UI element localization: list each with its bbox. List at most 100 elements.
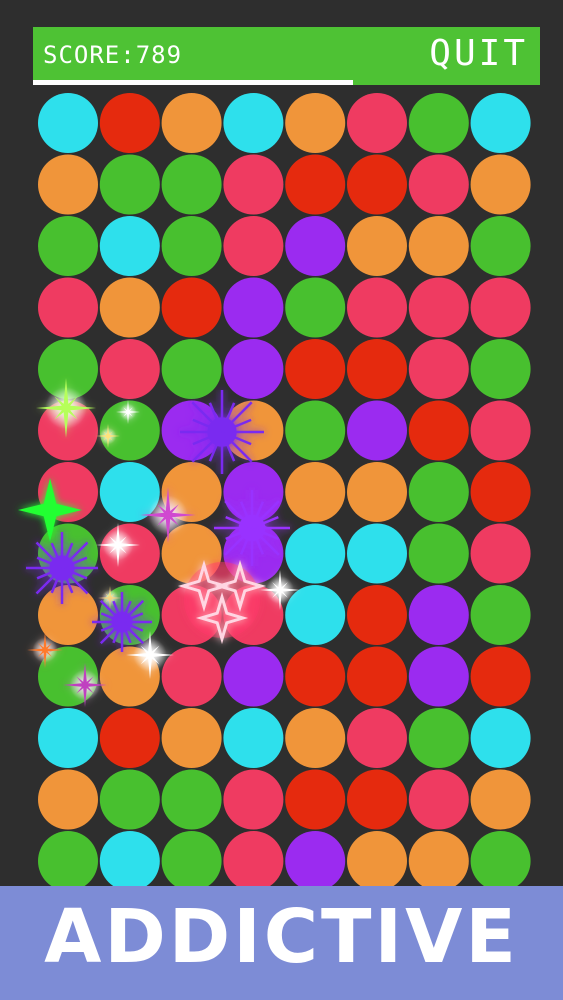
dot[interactable] (285, 400, 346, 461)
dot[interactable] (285, 523, 346, 584)
dot[interactable] (285, 216, 346, 276)
dot[interactable] (38, 154, 98, 215)
dot[interactable] (223, 523, 284, 584)
dot[interactable] (38, 216, 98, 276)
dot[interactable] (470, 462, 531, 522)
dot[interactable] (408, 585, 469, 645)
dot[interactable] (285, 831, 346, 891)
dot[interactable] (38, 93, 98, 153)
dot[interactable] (223, 93, 284, 153)
dot[interactable] (99, 646, 160, 707)
dot[interactable] (99, 93, 160, 153)
dot[interactable] (223, 585, 284, 645)
dot[interactable] (161, 154, 222, 215)
dot[interactable] (470, 93, 531, 153)
dot[interactable] (470, 585, 531, 645)
dot[interactable] (347, 400, 407, 461)
dot[interactable] (161, 400, 222, 461)
dot[interactable] (38, 277, 98, 338)
dot[interactable] (285, 339, 346, 399)
dot[interactable] (285, 708, 346, 768)
dot[interactable] (285, 277, 346, 338)
dot[interactable] (38, 646, 98, 707)
dot[interactable] (223, 831, 284, 891)
dot[interactable] (470, 154, 531, 215)
dot[interactable] (470, 831, 531, 891)
dot[interactable] (99, 831, 160, 891)
dot[interactable] (38, 462, 98, 522)
dot[interactable] (161, 585, 222, 645)
dot[interactable] (408, 216, 469, 276)
dot[interactable] (99, 462, 160, 522)
dot[interactable] (470, 646, 531, 707)
dot[interactable] (223, 769, 284, 830)
dot[interactable] (161, 339, 222, 399)
dot[interactable] (161, 462, 222, 522)
dot[interactable] (408, 277, 469, 338)
dot[interactable] (470, 708, 531, 768)
dot[interactable] (99, 523, 160, 584)
dot[interactable] (161, 277, 222, 338)
dot[interactable] (470, 216, 531, 276)
dot[interactable] (408, 523, 469, 584)
dot[interactable] (223, 339, 284, 399)
dot[interactable] (99, 708, 160, 768)
dot[interactable] (223, 708, 284, 768)
dot[interactable] (161, 216, 222, 276)
dot[interactable] (470, 400, 531, 461)
dot[interactable] (347, 339, 407, 399)
dot[interactable] (99, 216, 160, 276)
dot[interactable] (408, 646, 469, 707)
dot[interactable] (408, 708, 469, 768)
dot[interactable] (285, 646, 346, 707)
dot[interactable] (223, 154, 284, 215)
dot[interactable] (347, 585, 407, 645)
dot[interactable] (408, 339, 469, 399)
dot[interactable] (285, 462, 346, 522)
dot[interactable] (99, 585, 160, 645)
dot[interactable] (285, 769, 346, 830)
dot[interactable] (285, 585, 346, 645)
dot[interactable] (347, 93, 407, 153)
dot[interactable] (223, 646, 284, 707)
dot[interactable] (470, 339, 531, 399)
quit-button[interactable]: QUIT (429, 33, 528, 74)
dot[interactable] (38, 708, 98, 768)
dot[interactable] (470, 769, 531, 830)
dot[interactable] (223, 216, 284, 276)
dot[interactable] (161, 831, 222, 891)
dot[interactable] (99, 277, 160, 338)
dot[interactable] (347, 216, 407, 276)
dot[interactable] (347, 769, 407, 830)
dot[interactable] (347, 708, 407, 768)
dot[interactable] (470, 523, 531, 584)
dot[interactable] (161, 646, 222, 707)
dot[interactable] (223, 277, 284, 338)
dot[interactable] (347, 646, 407, 707)
dot[interactable] (408, 400, 469, 461)
dot[interactable] (99, 154, 160, 215)
dot[interactable] (347, 523, 407, 584)
dot[interactable] (470, 277, 531, 338)
dot[interactable] (347, 154, 407, 215)
dot[interactable] (408, 93, 469, 153)
dot[interactable] (38, 585, 98, 645)
dot[interactable] (38, 769, 98, 830)
dot[interactable] (99, 769, 160, 830)
dot[interactable] (38, 400, 98, 461)
dot[interactable] (408, 154, 469, 215)
dot[interactable] (161, 93, 222, 153)
dot[interactable] (38, 339, 98, 399)
dot[interactable] (285, 154, 346, 215)
dot[interactable] (38, 523, 98, 584)
dot[interactable] (161, 769, 222, 830)
dot[interactable] (161, 523, 222, 584)
dot[interactable] (99, 339, 160, 399)
dot[interactable] (161, 708, 222, 768)
dot[interactable] (408, 769, 469, 830)
dot[interactable] (347, 462, 407, 522)
dot[interactable] (285, 93, 346, 153)
dot[interactable] (408, 831, 469, 891)
dot[interactable] (99, 400, 160, 461)
dot[interactable] (347, 831, 407, 891)
